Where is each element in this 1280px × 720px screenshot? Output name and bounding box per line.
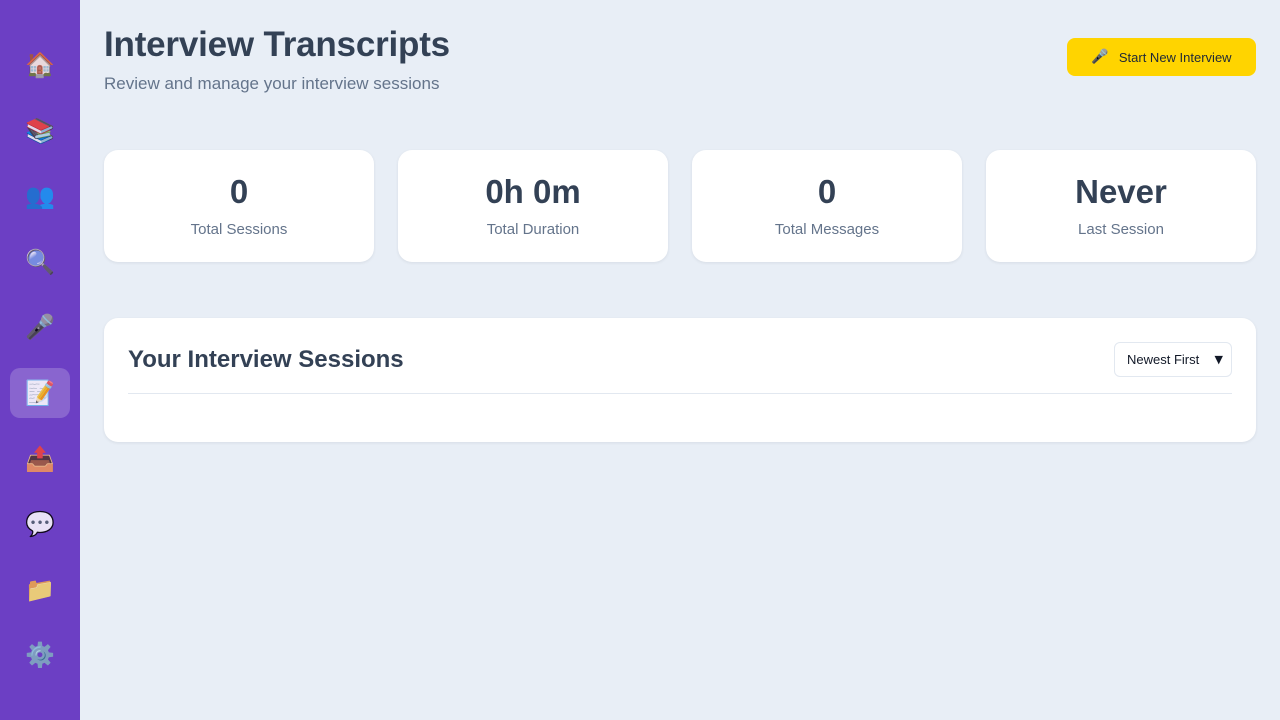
stat-label: Total Sessions [190,220,288,238]
page-header: Interview Transcripts Review and manage … [104,24,1256,94]
folder-icon: 📁 [25,575,55,604]
sidebar-item-people[interactable]: 👥 [10,171,70,221]
sidebar-item-files[interactable]: 📁 [10,565,70,615]
home-icon: 🏠 [25,51,55,79]
page-subtitle: Review and manage your interview session… [104,74,440,93]
sessions-panel: Your Interview Sessions Newest First ▼ [104,318,1256,442]
title-block: Interview Transcripts Review and manage … [104,24,450,94]
stat-card-total-messages: 0 Total Messages [692,150,962,262]
sidebar-item-chat[interactable]: 💬 [10,499,70,549]
outbox-tray-icon: 📤 [25,444,55,473]
memo-icon: 📝 [25,378,55,407]
books-icon: 📚 [25,116,55,145]
stat-card-last-session: Never Last Session [986,150,1256,262]
microphone-icon: 🎤 [25,313,55,342]
users-icon: 👥 [25,182,55,211]
sort-selected-value: Newest First [1127,352,1200,367]
stat-label: Total Messages [774,220,880,238]
sidebar: 🏠 📚 👥 🔍 🎤 📝 📤 💬 📁 ⚙️ [0,0,80,720]
sort-order-select[interactable]: Newest First ▼ [1114,342,1232,377]
stat-card-total-sessions: 0 Total Sessions [104,150,374,262]
start-new-interview-label: Start New Interview [1118,49,1232,65]
stats-row: 0 Total Sessions 0h 0m Total Duration 0 … [104,150,1256,262]
stat-value: 0 [229,173,249,211]
gear-icon: ⚙️ [25,641,55,670]
sessions-header: Your Interview Sessions Newest First ▼ [128,342,1232,394]
app: 🏠 📚 👥 🔍 🎤 📝 📤 💬 📁 ⚙️ Interview Transcrip… [0,0,1280,720]
stat-label: Last Session [1078,220,1164,238]
speech-bubble-icon: 💬 [25,510,55,539]
main-content: Interview Transcripts Review and manage … [80,0,1280,720]
chevron-down-icon: ▼ [1214,353,1223,366]
sidebar-item-export[interactable]: 📤 [10,434,70,484]
stat-card-total-duration: 0h 0m Total Duration [398,150,668,262]
start-new-interview-button[interactable]: 🎤 Start New Interview [1067,38,1256,76]
sidebar-item-interview[interactable]: 🎤 [10,302,70,352]
microphone-icon: 🎤 [1091,49,1109,65]
sidebar-item-transcripts[interactable]: 📝 [10,367,70,418]
search-icon: 🔍 [25,247,55,276]
page-title: Interview Transcripts [104,25,450,64]
stat-value: Never [1075,173,1167,211]
stat-value: 0 [817,173,837,211]
sidebar-item-search[interactable]: 🔍 [10,237,70,287]
sidebar-item-settings[interactable]: ⚙️ [10,630,70,680]
sidebar-item-library[interactable]: 📚 [10,106,70,156]
sessions-title: Your Interview Sessions [128,345,404,373]
stat-label: Total Duration [486,220,580,238]
sidebar-item-home[interactable]: 🏠 [10,40,70,90]
stat-value: 0h 0m [485,173,581,211]
